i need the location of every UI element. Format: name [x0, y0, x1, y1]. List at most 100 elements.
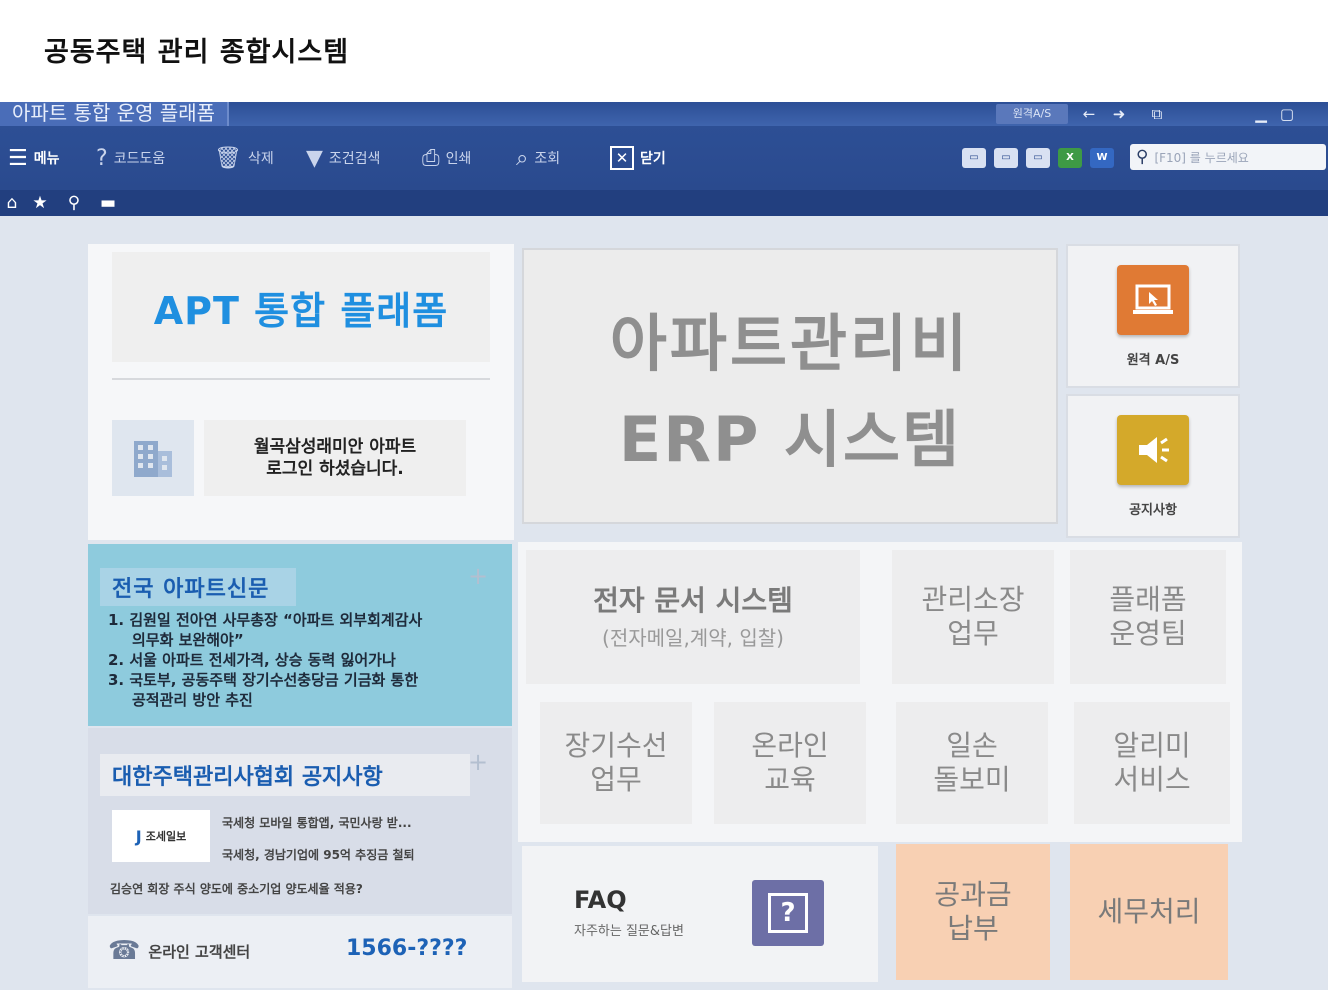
view-icon-2[interactable]: ▭: [994, 148, 1018, 168]
toolbar: ☰ 메뉴 ? 코드도움 🗑 삭제 ▼ 조건검색 ⎙ 인쇄 ⌕ 조회 ✕ 닫기 ▭…: [0, 126, 1328, 190]
news-item-3-cont[interactable]: 공적관리 방안 추진: [108, 690, 500, 710]
news-more-icon[interactable]: +: [468, 562, 488, 590]
back-arrow-icon[interactable]: ←: [1078, 104, 1100, 124]
news-item-3[interactable]: 3. 국토부, 공동주택 장기수선충당금 기금화 통한: [108, 670, 500, 690]
view-icon-3[interactable]: ▭: [1026, 148, 1050, 168]
faq-tile[interactable]: [522, 846, 878, 982]
tax-label: 세무처리: [1097, 895, 1201, 928]
logo-text: 조세일보: [145, 830, 187, 843]
folder-icon[interactable]: ▬: [96, 192, 120, 214]
quick-nav-bar: ⌂ ★ ⚲ ▬: [0, 190, 1328, 216]
news-item-2[interactable]: 2. 서울 아파트 전세가격, 상승 동력 잃어가나: [108, 650, 500, 670]
search-placeholder: [F10] 를 누르세요: [1154, 150, 1249, 165]
online-line-1: 온라인: [751, 729, 829, 762]
home-icon[interactable]: ⌂: [0, 192, 24, 214]
platform-line-1: 플래폼: [1109, 583, 1187, 616]
remote-as-button[interactable]: 원격A/S: [996, 104, 1068, 124]
window-icon[interactable]: ⧉: [1146, 104, 1168, 124]
customer-center-label: 온라인 고객센터: [148, 942, 251, 961]
screen-cursor-icon: [1117, 264, 1189, 335]
excel-icon[interactable]: X: [1058, 148, 1082, 168]
speaker-icon: [1117, 414, 1189, 485]
search-icon: ⚲: [1136, 147, 1149, 167]
question-icon: ?: [96, 145, 108, 171]
hamburger-icon: ☰: [8, 145, 28, 171]
jobs-line-2: 돌보미: [933, 763, 1011, 796]
page-title: 공동주택 관리 종합시스템: [44, 37, 350, 68]
close-button[interactable]: ✕ 닫기: [610, 144, 666, 172]
association-notice-heading[interactable]: 대한주택관리사협회 공지사항: [100, 754, 470, 796]
menu-button[interactable]: ☰ 메뉴: [8, 144, 60, 172]
utility-line-1: 공과금: [934, 878, 1012, 911]
utility-payment-tile[interactable]: 공과금 납부: [896, 844, 1050, 980]
helper-tile[interactable]: 일손 돌보미: [896, 702, 1048, 824]
filter-icon: ▼: [306, 145, 323, 171]
app-title: 아파트 통합 운영 플래폼: [0, 102, 230, 126]
apartment-news-heading[interactable]: 전국 아파트신문: [100, 568, 296, 606]
j-logo-icon: J: [135, 826, 142, 846]
print-label: 인쇄: [445, 151, 472, 167]
customer-center[interactable]: ☎ 온라인 고객센터: [108, 936, 250, 966]
search-icon[interactable]: ⚲: [62, 192, 86, 214]
erp-system-tile[interactable]: 아파트관리비 ERP 시스템: [522, 248, 1058, 524]
login-line-1: 월곡삼성래미안 아파트: [253, 437, 417, 457]
word-icon[interactable]: W: [1090, 148, 1114, 168]
customer-center-phone: 1566-????: [346, 936, 468, 961]
repair-line-2: 업무: [590, 763, 642, 796]
remote-as-label: 원격 A/S: [1126, 352, 1180, 368]
long-term-repair-tile[interactable]: 장기수선 업무: [540, 702, 692, 824]
building-icon: [112, 420, 194, 496]
print-button[interactable]: ⎙ 인쇄: [422, 144, 471, 172]
login-line-2: 로그인 하셨습니다.: [266, 459, 404, 479]
news-item-1[interactable]: 1. 김원일 전아연 사무총장 “아파트 외부회계감사: [108, 610, 500, 630]
faq-subtitle: 자주하는 질문&답변: [574, 924, 684, 939]
jobs-line-1: 일손: [946, 729, 998, 762]
association-more-icon[interactable]: +: [468, 748, 488, 776]
edoc-subtitle: (전자메일,계약, 입찰): [602, 626, 784, 650]
manager-line-1: 관리소장: [921, 583, 1025, 616]
filter-search-button[interactable]: ▼ 조건검색: [306, 144, 380, 172]
menu-label: 메뉴: [33, 151, 60, 167]
minimize-icon[interactable]: ▁: [1250, 104, 1272, 124]
platform-line-2: 운영팀: [1109, 617, 1187, 650]
newspaper-logo: J 조세일보: [112, 810, 210, 862]
notice-tile[interactable]: 공지사항: [1066, 394, 1240, 538]
title-bar: 아파트 통합 운영 플래폼 원격A/S ← ➜ ⧉ ▁ ▢: [0, 102, 1328, 126]
tax-processing-tile[interactable]: 세무처리: [1070, 844, 1228, 980]
repair-line-1: 장기수선: [564, 729, 668, 762]
view-icon-1[interactable]: ▭: [962, 148, 986, 168]
star-icon[interactable]: ★: [28, 192, 52, 214]
headset-icon: ☎: [108, 936, 141, 966]
edoc-system-tile[interactable]: 전자 문서 시스템 (전자메일,계약, 입찰): [526, 550, 860, 684]
association-item-1[interactable]: 국세청 모바일 통합앱, 국민사랑 받...: [222, 814, 412, 831]
close-label: 닫기: [640, 151, 666, 167]
erp-line-1: 아파트관리비: [609, 307, 971, 380]
filter-search-label: 조건검색: [328, 151, 381, 167]
manager-line-2: 업무: [947, 617, 999, 650]
utility-line-2: 납부: [947, 912, 999, 945]
faq-title: FAQ: [574, 886, 627, 914]
maximize-icon[interactable]: ▢: [1276, 104, 1298, 124]
association-item-2[interactable]: 국세청, 경남기업에 95억 추징금 철퇴: [222, 846, 415, 863]
divider: [112, 378, 490, 380]
news-item-1-cont[interactable]: 의무화 보완해야”: [108, 630, 500, 650]
platform-team-tile[interactable]: 플래폼 운영팀: [1070, 550, 1226, 684]
lookup-button[interactable]: ⌕ 조회: [516, 144, 560, 172]
alert-service-tile[interactable]: 알리미 서비스: [1074, 702, 1230, 824]
code-help-button[interactable]: ? 코드도움: [96, 144, 165, 172]
trash-icon: 🗑: [214, 145, 242, 171]
lookup-label: 조회: [534, 151, 561, 167]
close-icon: ✕: [610, 146, 634, 170]
association-item-3[interactable]: 김승연 회장 주식 양도에 중소기업 양도세율 적용?: [110, 880, 363, 897]
delete-button[interactable]: 🗑 삭제: [214, 144, 274, 172]
menu-search-input[interactable]: ⚲ [F10] 를 누르세요: [1130, 144, 1326, 170]
remote-as-tile[interactable]: 원격 A/S: [1066, 244, 1240, 388]
manager-work-tile[interactable]: 관리소장 업무: [892, 550, 1054, 684]
printer-icon: ⎙: [422, 145, 440, 171]
question-box-icon[interactable]: ?: [752, 880, 824, 946]
alert-line-1: 알리미: [1113, 729, 1191, 762]
alert-line-2: 서비스: [1113, 763, 1191, 796]
code-help-label: 코드도움: [113, 151, 166, 167]
forward-arrow-icon[interactable]: ➜: [1108, 104, 1130, 124]
online-education-tile[interactable]: 온라인 교육: [714, 702, 866, 824]
